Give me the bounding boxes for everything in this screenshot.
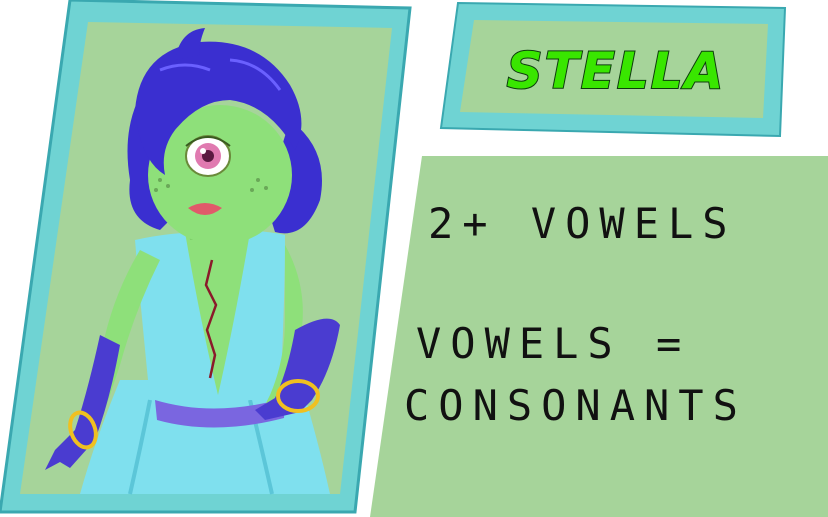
character-name-card: STELLA <box>438 0 788 140</box>
cyclops-eye <box>185 135 231 177</box>
rule-line-3: CONSONANTS <box>404 381 747 430</box>
rule-line-2: VOWELS = <box>416 319 690 368</box>
rules-card: 2+ VOWELS VOWELS = CONSONANTS <box>370 150 828 517</box>
character-name: STELLA <box>507 42 726 100</box>
rule-line-1: 2+ VOWELS <box>428 199 737 248</box>
character-portrait-card[interactable] <box>0 0 420 517</box>
